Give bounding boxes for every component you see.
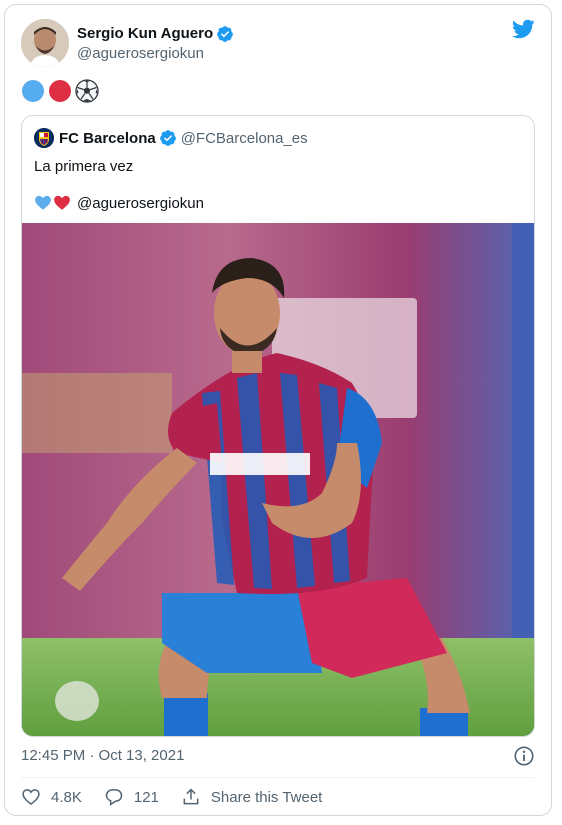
divider: [21, 777, 535, 778]
heart-outline-icon: [22, 789, 40, 806]
quoted-tweet-header: FC Barcelona @FCBarcelona_es: [34, 128, 308, 148]
twitter-bird-icon[interactable]: [511, 17, 535, 41]
tweet-timestamp[interactable]: 12:45 PM · Oct 13, 2021: [21, 747, 184, 764]
red-heart-icon: [54, 195, 70, 210]
like-button[interactable]: 4.8K: [21, 787, 82, 807]
like-count: 4.8K: [51, 788, 82, 806]
quoted-tweet-photo[interactable]: [22, 223, 534, 736]
red-circle-icon: [49, 80, 71, 102]
tweet-actions: 4.8K 121 Share this Tweet: [21, 787, 344, 807]
reply-count: 121: [133, 788, 159, 806]
tweet-text-emojis: [21, 79, 99, 103]
author-name-row: Sergio Kun Aguero: [77, 25, 234, 43]
tweet-card[interactable]: Sergio Kun Aguero @aguerosergiokun FC Ba…: [4, 4, 552, 816]
quoted-author-handle: @FCBarcelona_es: [180, 129, 308, 147]
blue-circle-icon: [22, 80, 44, 102]
soccer-ball-icon: [75, 79, 99, 103]
info-icon[interactable]: [513, 745, 535, 767]
quoted-mention: @aguerosergiokun: [77, 194, 204, 212]
share-label: Share this Tweet: [210, 788, 323, 806]
quoted-tweet-text: La primera vez: [34, 158, 134, 175]
author-handle[interactable]: @aguerosergiokun: [77, 45, 234, 62]
quoted-tweet-second-line: @aguerosergiokun: [34, 194, 204, 212]
author-name[interactable]: Sergio Kun Aguero: [77, 25, 213, 42]
quoted-author-name: FC Barcelona: [59, 129, 156, 147]
share-button[interactable]: Share this Tweet: [181, 787, 322, 807]
quoted-tweet[interactable]: FC Barcelona @FCBarcelona_es La primera …: [21, 115, 535, 737]
blue-heart-icon: [35, 195, 51, 210]
share-upload-icon: [183, 788, 199, 805]
reply-bubble-icon: [105, 789, 123, 806]
author-avatar[interactable]: [21, 19, 69, 67]
verified-badge-icon: [217, 25, 233, 42]
reply-button[interactable]: 121: [104, 787, 159, 807]
tweet-header: Sergio Kun Aguero @aguerosergiokun: [21, 17, 234, 69]
fc-barcelona-avatar: [34, 128, 54, 148]
author-info: Sergio Kun Aguero @aguerosergiokun: [77, 25, 234, 62]
verified-badge-icon: [159, 130, 176, 146]
